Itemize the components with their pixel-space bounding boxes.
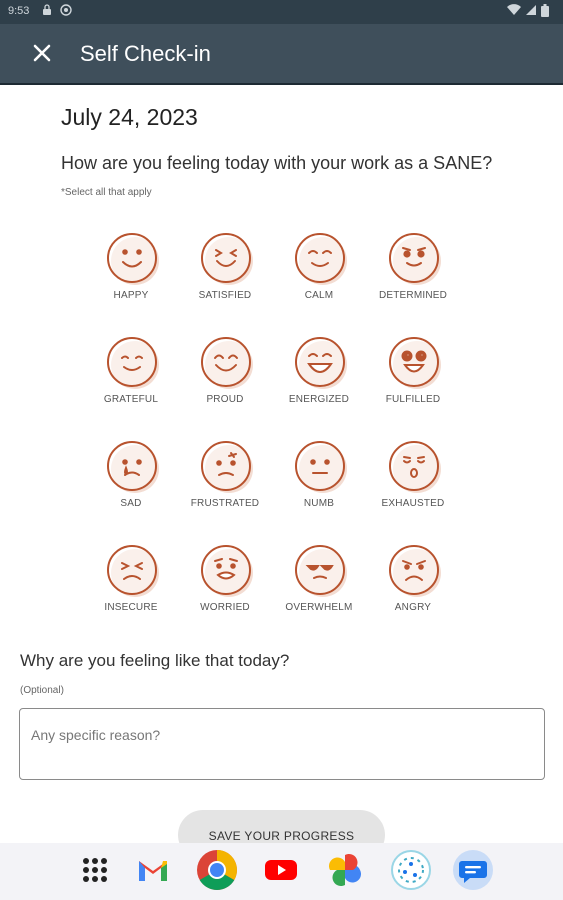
reason-input[interactable] xyxy=(19,708,545,780)
emotion-option-sad[interactable]: SAD xyxy=(84,434,178,524)
close-icon xyxy=(33,44,51,67)
emotion-label: FULFILLED xyxy=(385,394,441,405)
status-bar: 9:53 xyxy=(0,0,563,24)
assistant-button[interactable] xyxy=(390,849,432,895)
emotion-label: INSECURE xyxy=(104,602,158,613)
chrome-button[interactable] xyxy=(196,849,238,896)
why-question: Why are you feeling like that today? xyxy=(20,651,290,670)
youtube-button[interactable] xyxy=(260,851,302,893)
app-drawer-button[interactable] xyxy=(74,851,116,893)
fulfilled-face-icon xyxy=(386,334,442,390)
overwhelm-face-icon xyxy=(292,542,348,598)
messages-icon xyxy=(452,849,494,896)
youtube-icon xyxy=(265,858,297,887)
emotion-label: CALM xyxy=(304,290,334,301)
emotion-option-fulfilled[interactable]: FULFILLED xyxy=(366,330,460,420)
select-all-note: *Select all that apply xyxy=(61,187,152,198)
insecure-face-icon xyxy=(104,542,160,598)
emotion-label: SAD xyxy=(120,498,142,509)
notification-app-icon xyxy=(60,4,72,19)
determined-face-icon xyxy=(386,230,442,286)
gmail-icon xyxy=(137,857,169,888)
photos-icon xyxy=(328,853,362,892)
emotion-label: DETERMINED xyxy=(378,290,448,301)
signal-icon xyxy=(525,4,537,20)
assistant-icon xyxy=(391,849,431,895)
satisfied-face-icon xyxy=(198,230,254,286)
optional-note: (Optional) xyxy=(20,685,64,696)
emotion-option-insecure[interactable]: INSECURE xyxy=(84,538,178,628)
exhausted-face-icon xyxy=(386,438,442,494)
calm-face-icon xyxy=(292,230,348,286)
angry-face-icon xyxy=(386,542,442,598)
chrome-icon xyxy=(196,849,238,896)
emotion-option-numb[interactable]: NUMB xyxy=(272,434,366,524)
app-dock xyxy=(0,843,563,900)
notification-lock-icon xyxy=(42,4,52,19)
emotion-label: WORRIED xyxy=(200,602,250,613)
emotion-label: OVERWHELM xyxy=(285,602,353,613)
emotion-label: EXHAUSTED xyxy=(381,498,445,509)
emotion-option-happy[interactable]: HAPPY xyxy=(84,226,178,316)
emotion-label: PROUD xyxy=(206,394,244,405)
emotion-option-worried[interactable]: WORRIED xyxy=(178,538,272,628)
emotion-label: HAPPY xyxy=(113,290,149,301)
battery-icon xyxy=(541,4,549,20)
status-time: 9:53 xyxy=(8,5,30,17)
wifi-icon xyxy=(507,4,521,20)
sad-face-icon xyxy=(104,438,160,494)
emotion-option-exhausted[interactable]: EXHAUSTED xyxy=(366,434,460,524)
messages-button[interactable] xyxy=(452,849,494,896)
grateful-face-icon xyxy=(104,334,160,390)
energized-face-icon xyxy=(292,334,348,390)
emotion-option-overwhelm[interactable]: OVERWHELM xyxy=(272,538,366,628)
emotion-option-energized[interactable]: ENERGIZED xyxy=(272,330,366,420)
emotion-label: GRATEFUL xyxy=(103,394,159,405)
check-in-date: July 24, 2023 xyxy=(61,104,198,130)
emotion-option-grateful[interactable]: GRATEFUL xyxy=(84,330,178,420)
emotion-label: ANGRY xyxy=(394,602,432,613)
proud-face-icon xyxy=(198,334,254,390)
close-button[interactable] xyxy=(24,37,60,73)
photos-button[interactable] xyxy=(324,851,366,893)
emotion-label: NUMB xyxy=(303,498,335,509)
emotion-option-determined[interactable]: DETERMINED xyxy=(366,226,460,316)
emotion-label: ENERGIZED xyxy=(288,394,350,405)
emotion-option-angry[interactable]: ANGRY xyxy=(366,538,460,628)
emotion-option-frustrated[interactable]: FRUSTRATED xyxy=(178,434,272,524)
emotion-option-calm[interactable]: CALM xyxy=(272,226,366,316)
app-bar: Self Check-in xyxy=(0,24,563,85)
page-title: Self Check-in xyxy=(80,41,211,66)
emotion-option-satisfied[interactable]: SATISFIED xyxy=(178,226,272,316)
frustrated-face-icon xyxy=(198,438,254,494)
feeling-question: How are you feeling today with your work… xyxy=(61,153,493,173)
emotion-label: FRUSTRATED xyxy=(190,498,260,509)
app-drawer-icon xyxy=(81,856,109,889)
numb-face-icon xyxy=(292,438,348,494)
worried-face-icon xyxy=(198,542,254,598)
happy-face-icon xyxy=(104,230,160,286)
emotion-option-proud[interactable]: PROUD xyxy=(178,330,272,420)
gmail-button[interactable] xyxy=(132,851,174,893)
emotion-label: SATISFIED xyxy=(198,290,252,301)
